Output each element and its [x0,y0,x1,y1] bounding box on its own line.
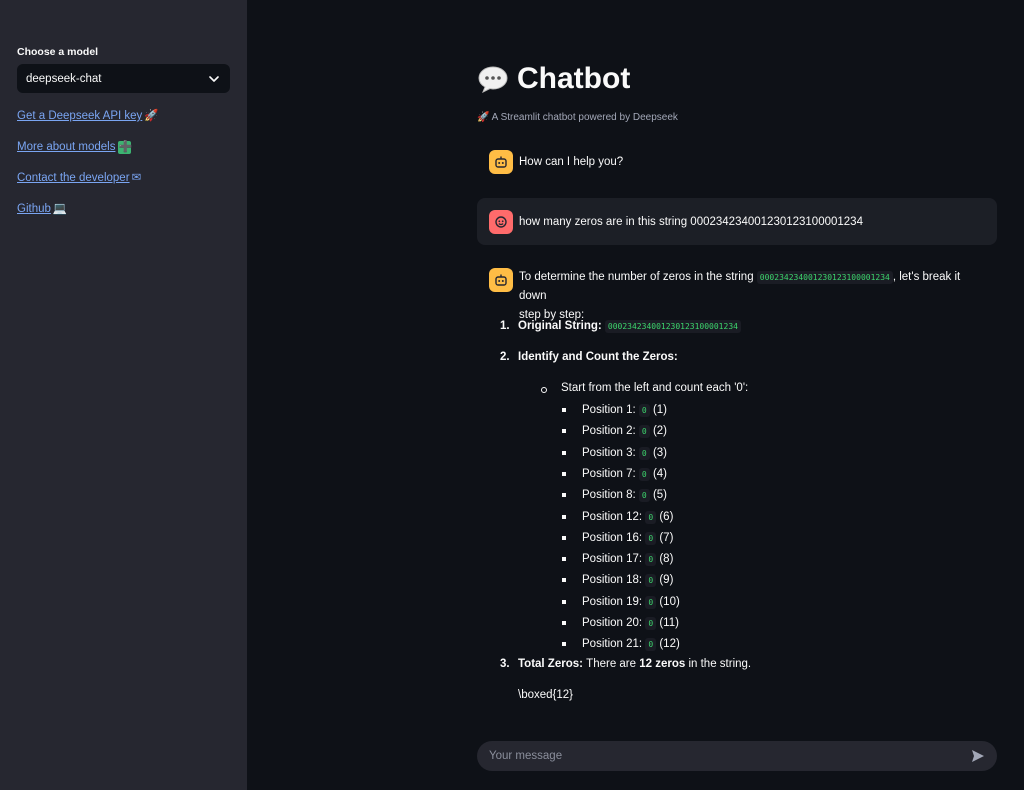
page-title-text: Chatbot [517,62,631,95]
chat-message-input[interactable] [489,750,969,762]
inline-code: 0 [638,425,650,439]
rocket-icon: 🚀 [144,110,159,122]
page-title: Chatbot [477,58,630,100]
list-item: Position 18: 0 (9) [562,572,673,588]
speech-bubble-icon [477,65,509,94]
chat-message-user: how many zeros are in this string 000234… [477,198,997,245]
bot-avatar [489,268,513,292]
inline-code: 0 [645,531,657,545]
model-select-label: Choose a model [17,46,99,58]
send-icon[interactable] [969,747,987,765]
list-item: Position 20: 0 (11) [562,615,679,631]
api-key-link[interactable]: Get a Deepseek API key 🚀 [17,108,230,124]
list-item: Position 7: 0 (4) [562,466,667,482]
models-link[interactable]: More about models ➕ [17,139,230,155]
plus-icon: ➕ [118,141,133,154]
chat-input-bar [477,741,997,771]
list-item: Position 17: 0 (8) [562,551,673,567]
inline-code: 0 [645,595,657,609]
message-text: how many zeros are in this string 000234… [519,216,863,228]
user-avatar [489,210,513,234]
inline-code: 0 [645,553,657,567]
message-text: To determine the number of zeros in the … [519,271,961,321]
list-item: Start from the left and count each '0': [541,382,748,394]
list-item: Position 2: 0 (2) [562,423,667,439]
list-item: Position 19: 0 (10) [562,594,680,610]
model-select-value: deepseek-chat [26,72,102,85]
inline-code: 0 [638,404,650,417]
chat-message-assistant: How can I help you? [477,150,997,174]
chat-message-assistant: To determine the number of zeros in the … [477,268,997,325]
inline-code: 0 [645,617,657,630]
boxed-answer: \boxed{12} [518,689,574,701]
model-select[interactable]: deepseek-chat [17,64,230,93]
inline-code: 0 [645,574,657,588]
list-item: Position 12: 0 (6) [562,509,673,525]
message-text: How can I help you? [519,156,624,168]
chevron-down-icon [208,73,220,85]
inline-code: 0 [638,467,650,481]
inline-code: 0 [638,489,650,503]
list-item: Position 1: 0 (1) [562,402,667,418]
inline-code: 0 [645,638,657,652]
inline-code: 000234234001230123100001234 [604,320,741,333]
list-item: 1. Original String: 00023423400123012310… [500,320,741,333]
list-item: Position 16: 0 (7) [562,530,673,546]
inline-code: 0 [638,446,650,460]
list-item: 2. Identify and Count the Zeros: [500,351,678,363]
page-subtitle: 🚀 A Streamlit chatbot powered by Deepsee… [477,112,678,123]
contact-link[interactable]: Contact the developer ✉ [17,170,230,186]
github-link[interactable]: Github 💻 [17,201,230,217]
main-content: Chatbot 🚀 A Streamlit chatbot powered by… [477,0,997,790]
sidebar: Choose a model deepseek-chat Get a Deeps… [0,0,247,790]
list-item: Position 8: 0 (5) [562,487,667,503]
list-item: 3. Total Zeros: There are 12 zeros in th… [500,658,752,670]
laptop-icon: 💻 [52,203,68,215]
list-item: Position 21: 0 (12) [562,636,680,652]
bot-avatar [489,150,513,174]
inline-code: 0 [645,510,657,524]
list-item: Position 3: 0 (3) [562,445,667,461]
envelope-icon: ✉ [131,172,142,184]
inline-code: 000234234001230123100001234 [756,271,893,284]
